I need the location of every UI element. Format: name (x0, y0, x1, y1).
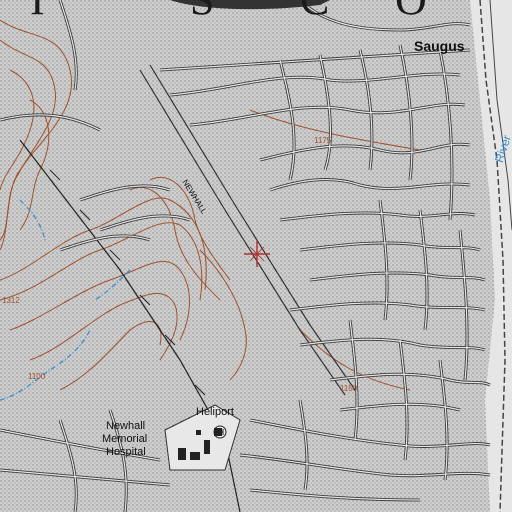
topo-map[interactable]: I S C O Saugus Heliport Newhall Memorial… (0, 0, 512, 512)
place-label-hospital-line3: Hospital (106, 446, 146, 458)
place-label-heliport: Heliport (196, 406, 234, 418)
contour-label: 1150 (340, 384, 358, 393)
contour-label: 1175 (314, 136, 332, 145)
place-label-hospital-line2: Memorial (102, 433, 148, 445)
place-label-hospital-line1: Newhall (106, 420, 146, 432)
map-header-letter: S (190, 0, 216, 25)
contour-label: 1100 (28, 372, 46, 381)
map-header-letter: O (395, 0, 429, 25)
map-canvas (0, 0, 512, 512)
map-header-letter: C (300, 0, 331, 25)
map-header-letter: I (30, 0, 47, 25)
place-label-saugus: Saugus (414, 38, 465, 54)
contour-label: 1312 (2, 296, 20, 305)
